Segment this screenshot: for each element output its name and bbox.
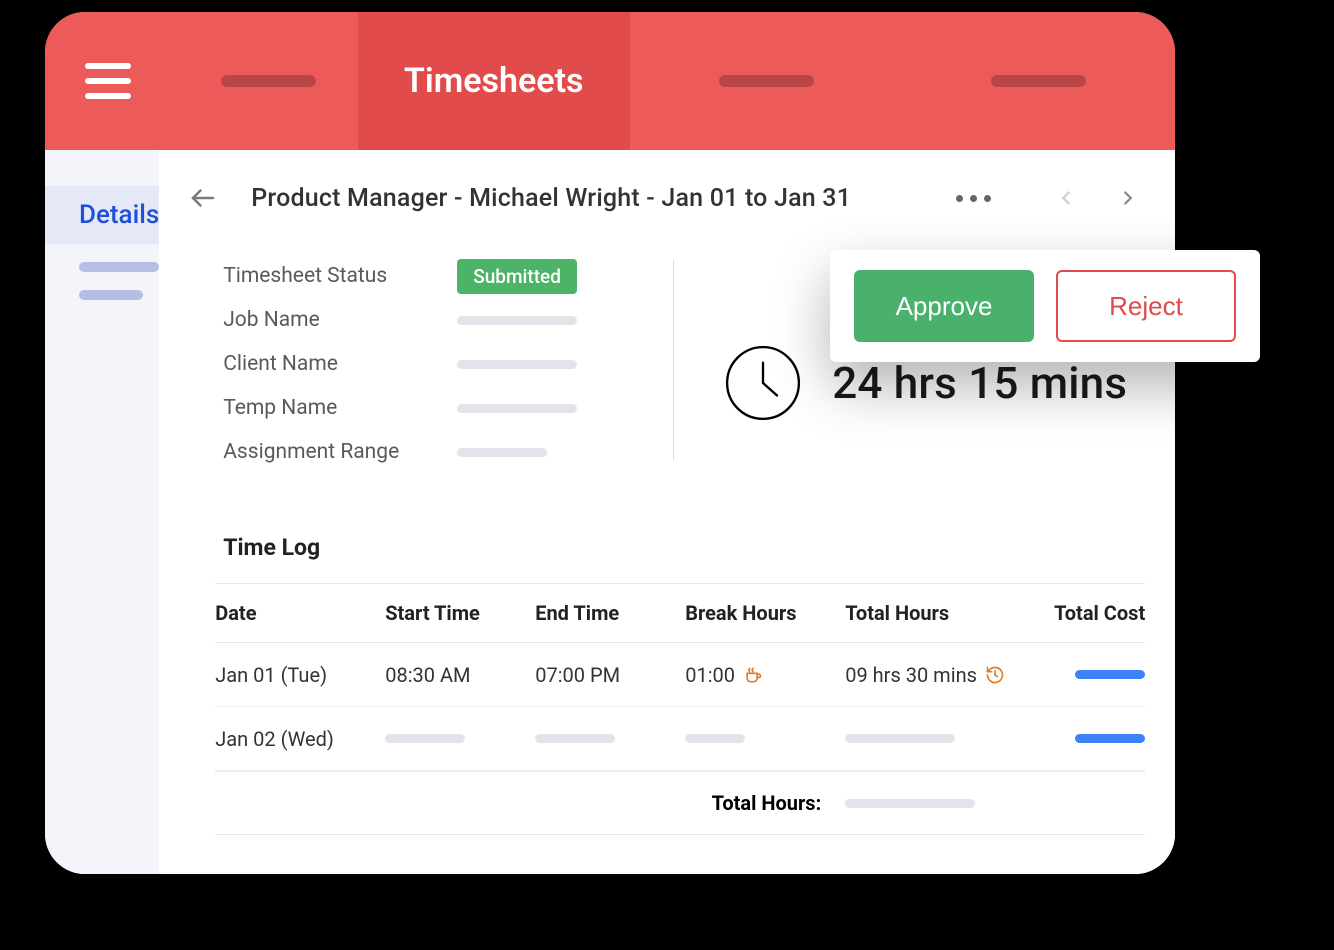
field-label-tempname: Temp Name [223,396,433,420]
table-header-row: Date Start Time End Time Break Hours Tot… [215,583,1145,643]
tab-timesheets[interactable]: Timesheets [358,12,631,150]
sidebar-placeholder[interactable] [79,290,143,300]
status-badge: Submitted [457,259,577,294]
field-label-jobname: Job Name [223,308,433,332]
field-label-status: Timesheet Status [223,264,433,288]
approval-action-card: Approve Reject [830,250,1260,362]
cell-end [535,734,685,743]
header-segment-3 [630,12,903,150]
back-arrow-icon[interactable] [183,178,223,218]
approve-button[interactable]: Approve [854,270,1034,342]
field-label-clientname: Client Name [223,352,433,376]
sidebar: Details [45,150,159,874]
col-break: Break Hours [685,601,845,625]
timelog-table: Date Start Time End Time Break Hours Tot… [159,583,1175,835]
fields-column: Timesheet Status Submitted Job Name Clie… [223,254,643,474]
table-row[interactable]: Jan 02 (Wed) [215,707,1145,771]
sidebar-placeholder[interactable] [79,262,159,272]
cell-total [845,734,1045,743]
cell-break: 01:00 [685,663,845,687]
tab-placeholder[interactable] [719,75,814,87]
field-label-assignrange: Assignment Range [223,440,433,464]
sidebar-item-details[interactable]: Details [45,186,159,244]
sidebar-item-label: Details [79,200,159,230]
app-header: Timesheets [45,12,1175,150]
chevron-left-icon [1049,181,1083,215]
cell-break [685,734,845,743]
tab-placeholder[interactable] [221,75,316,87]
col-end: End Time [535,601,685,625]
col-total: Total Hours [845,601,1045,625]
total-hours-text: 24 hrs 15 mins [832,357,1127,409]
header-segment-left [45,12,358,150]
section-title-timelog: Time Log [159,504,1175,583]
tab-title: Timesheets [404,61,584,101]
tab-placeholder[interactable] [991,75,1086,87]
footer-total-label: Total Hours: [535,791,845,815]
cell-start [385,734,535,743]
cell-start: 08:30 AM [385,663,535,687]
vertical-divider [673,260,674,460]
col-date: Date [215,601,385,625]
field-value-placeholder [457,316,577,325]
clock-icon [724,344,802,422]
history-icon[interactable] [985,665,1005,685]
table-footer-row: Total Hours: [215,771,1145,835]
cell-cost [1045,670,1145,679]
coffee-cup-icon [743,665,763,685]
menu-icon[interactable] [85,63,131,99]
app-window: Timesheets Details [45,12,1175,874]
cell-date: Jan 01 (Tue) [215,663,385,687]
cell-total: 09 hrs 30 mins [845,663,1045,687]
header-segment-4 [903,12,1176,150]
col-start: Start Time [385,601,535,625]
cell-cost [1045,734,1145,743]
field-value-placeholder [457,360,577,369]
field-value-placeholder [457,404,577,413]
more-icon[interactable] [956,195,991,202]
cell-date: Jan 02 (Wed) [215,727,385,751]
reject-button[interactable]: Reject [1056,270,1236,342]
table-row[interactable]: Jan 01 (Tue) 08:30 AM 07:00 PM 01:00 09 … [215,643,1145,707]
field-value-placeholder [457,448,547,457]
chevron-right-icon[interactable] [1111,181,1145,215]
breadcrumb-text: Product Manager - Michael Wright - Jan 0… [251,184,851,213]
col-cost: Total Cost [1045,601,1145,625]
breadcrumb-row: Product Manager - Michael Wright - Jan 0… [159,150,1175,238]
cell-end: 07:00 PM [535,663,685,687]
